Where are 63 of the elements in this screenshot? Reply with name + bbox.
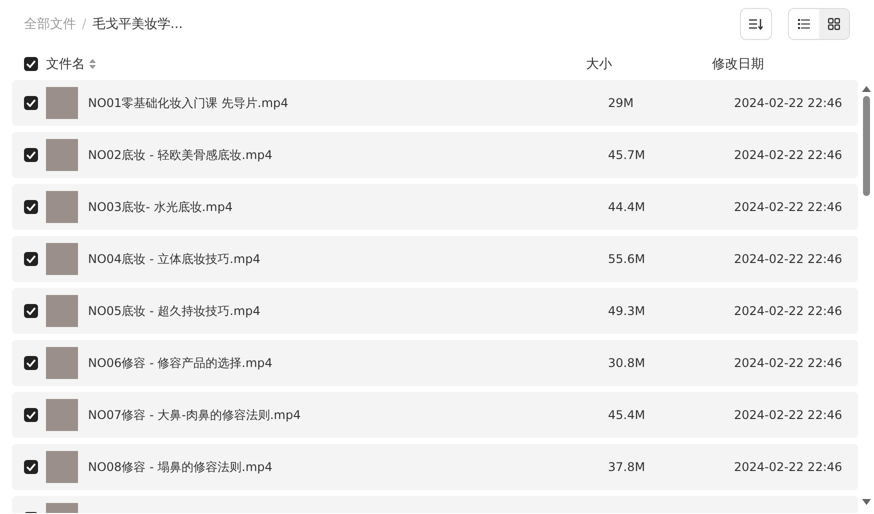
file-name: NO04底妆 - 立体底妆技巧.mp4 xyxy=(88,250,262,268)
column-header: 大小 xyxy=(586,56,612,73)
file-size: 45.4M xyxy=(608,408,646,422)
file-row[interactable]: NO01零基础化妆入门课 先导片.mp4 29M 2024-02-22 22:46 xyxy=(12,80,858,126)
checkbox[interactable] xyxy=(24,408,38,422)
modified-date: 2024-02-22 22:46 xyxy=(734,304,842,318)
file-name: NO07修容 - 大鼻-肉鼻的修容法则.mp4 xyxy=(88,406,302,424)
checkbox[interactable] xyxy=(24,200,38,214)
file-row[interactable]: NO04底妆 - 立体底妆技巧.mp4 55.6M 2024-02-22 22:46 xyxy=(12,236,858,282)
sort-button[interactable] xyxy=(740,8,772,40)
checkbox[interactable] xyxy=(24,57,38,71)
checkbox[interactable] xyxy=(24,96,38,110)
checkbox[interactable] xyxy=(24,148,38,162)
file-name: NO06修容 - 修容产品的选择.mp4 xyxy=(88,354,274,372)
grid-view-button[interactable] xyxy=(819,9,849,39)
checkbox[interactable] xyxy=(24,252,38,266)
video-thumbnail-placeholder xyxy=(46,399,78,431)
file-name: NO05底妆 - 超久持妆技巧.mp4 xyxy=(88,302,262,320)
grid-icon xyxy=(828,18,840,30)
modified-date: 2024-02-22 22:46 xyxy=(734,356,842,370)
scrollbar-thumb[interactable] xyxy=(862,96,870,196)
file-name: NO02底妆 - 轻欧美骨感底妆.mp4 xyxy=(88,146,274,164)
video-thumbnail-placeholder xyxy=(46,295,78,327)
video-thumbnail-placeholder xyxy=(46,243,78,275)
file-row[interactable]: NO07修容 - 大鼻-肉鼻的修容法则.mp4 45.4M 2024-02-22 22:46 xyxy=(12,392,858,438)
modified-date: 2024-02-22 22:46 xyxy=(734,460,842,474)
scroll-up-icon[interactable] xyxy=(862,86,870,92)
video-thumbnail-placeholder xyxy=(46,87,78,119)
file-size: 44.4M xyxy=(608,200,646,214)
file-size: 30.8M xyxy=(608,356,646,370)
modified-date: 2024-02-22 22:46 xyxy=(734,408,842,422)
modified-date: 2024-02-22 22:46 xyxy=(734,200,842,214)
video-thumbnail-placeholder xyxy=(46,347,78,379)
checkbox[interactable] xyxy=(24,460,38,474)
sort-icon xyxy=(749,18,763,30)
file-row[interactable]: NO03底妆- 水光底妆.mp4 44.4M 2024-02-22 22:46 xyxy=(12,184,858,230)
video-thumbnail-placeholder xyxy=(46,191,78,223)
file-size: 49.3M xyxy=(608,304,646,318)
video-thumbnail-placeholder xyxy=(46,451,78,483)
list-icon xyxy=(798,19,810,29)
file-row[interactable]: NO02底妆 - 轻欧美骨感底妆.mp4 45.7M 2024-02-22 22:46 xyxy=(12,132,858,178)
file-row[interactable]: NO08修容 - 塌鼻的修容法则.mp4 37.8M 2024-02-22 22:46 xyxy=(12,444,858,490)
checkbox[interactable] xyxy=(24,356,38,370)
file-name: NO01零基础化妆入门课 先导片.mp4 xyxy=(88,94,290,112)
file-row[interactable]: NO06修容 - 修容产品的选择.mp4 30.8M 2024-02-22 22:46 xyxy=(12,340,858,386)
breadcrumb-item[interactable]: 毛戈平美妆学... xyxy=(92,15,183,33)
file-name: NO08修容 - 塌鼻的修容法则.mp4 xyxy=(88,458,274,476)
file-size: 45.7M xyxy=(608,148,646,162)
scroll-down-icon[interactable] xyxy=(862,499,870,505)
video-thumbnail-placeholder xyxy=(46,139,78,171)
file-size: 55.6M xyxy=(608,252,646,266)
modified-date: 2024-02-22 22:46 xyxy=(734,148,842,162)
file-name: NO03底妆- 水光底妆.mp4 xyxy=(88,198,234,216)
file-size: 37.8M xyxy=(608,460,646,474)
file-row[interactable]: NO05底妆 - 超久持妆技巧.mp4 49.3M 2024-02-22 22:46 xyxy=(12,288,858,334)
breadcrumb-separator: / xyxy=(82,16,86,32)
column-header: 修改日期 xyxy=(712,56,764,73)
modified-date: 2024-02-22 22:46 xyxy=(734,96,842,110)
sort-arrows-icon xyxy=(89,59,96,69)
modified-date: 2024-02-22 22:46 xyxy=(734,252,842,266)
file-size: 29M xyxy=(608,96,635,110)
checkbox[interactable] xyxy=(24,304,38,318)
column-header[interactable]: 文件名 xyxy=(46,55,96,73)
